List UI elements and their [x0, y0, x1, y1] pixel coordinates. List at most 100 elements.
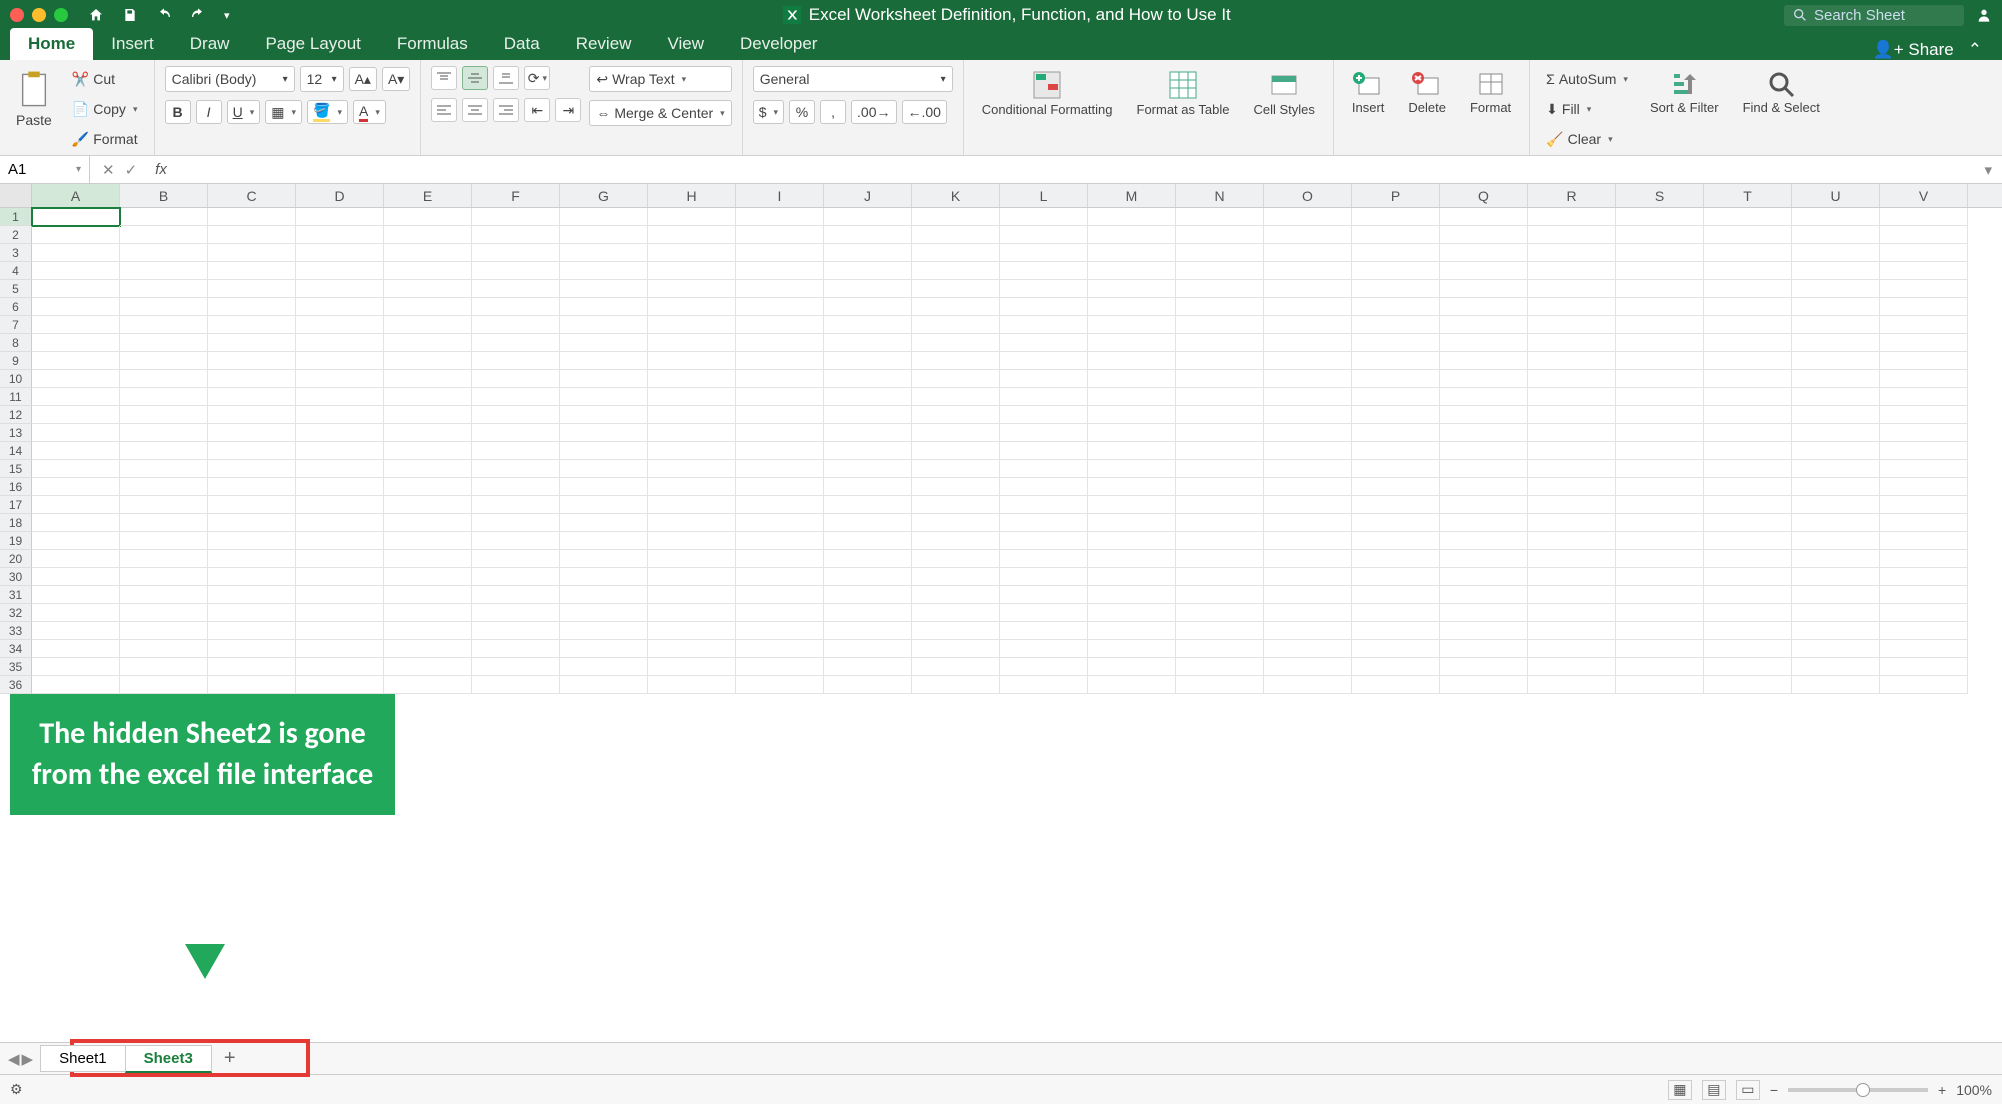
- col-header-p[interactable]: P: [1352, 184, 1440, 207]
- cell[interactable]: [1792, 334, 1880, 352]
- cell[interactable]: [560, 244, 648, 262]
- cell[interactable]: [1264, 280, 1352, 298]
- cell[interactable]: [1528, 334, 1616, 352]
- cell[interactable]: [912, 460, 1000, 478]
- cell[interactable]: [1088, 442, 1176, 460]
- cell[interactable]: [32, 244, 120, 262]
- cell[interactable]: [1000, 316, 1088, 334]
- find-select-button[interactable]: Find & Select: [1735, 66, 1828, 119]
- row-header[interactable]: 15: [0, 460, 32, 478]
- cell[interactable]: [1880, 514, 1968, 532]
- cell[interactable]: [384, 280, 472, 298]
- row-header[interactable]: 1: [0, 208, 32, 226]
- select-all-corner[interactable]: [0, 184, 32, 207]
- cell[interactable]: [1792, 658, 1880, 676]
- merge-center-button[interactable]: ⇔Merge & Center: [589, 100, 731, 126]
- undo-icon[interactable]: [156, 7, 172, 23]
- cell[interactable]: [1000, 568, 1088, 586]
- cell[interactable]: [1880, 424, 1968, 442]
- cell[interactable]: [824, 514, 912, 532]
- cell[interactable]: [1176, 424, 1264, 442]
- cell[interactable]: [296, 424, 384, 442]
- col-header-g[interactable]: G: [560, 184, 648, 207]
- cell[interactable]: [824, 550, 912, 568]
- cell[interactable]: [1792, 316, 1880, 334]
- cell[interactable]: [120, 550, 208, 568]
- cell[interactable]: [1352, 244, 1440, 262]
- cell[interactable]: [1880, 640, 1968, 658]
- cell[interactable]: [1088, 262, 1176, 280]
- cell[interactable]: [120, 424, 208, 442]
- cell[interactable]: [1264, 316, 1352, 334]
- cell[interactable]: [1440, 208, 1528, 226]
- align-right-button[interactable]: [493, 98, 519, 122]
- cell[interactable]: [1704, 676, 1792, 694]
- cell[interactable]: [1000, 226, 1088, 244]
- cell[interactable]: [736, 622, 824, 640]
- cell[interactable]: [472, 352, 560, 370]
- cell[interactable]: [384, 586, 472, 604]
- increase-decimal-button[interactable]: .00→: [851, 100, 896, 124]
- cell[interactable]: [296, 658, 384, 676]
- cell[interactable]: [560, 640, 648, 658]
- cell[interactable]: [296, 586, 384, 604]
- cell[interactable]: [1616, 676, 1704, 694]
- col-header-a[interactable]: A: [32, 184, 120, 207]
- col-header-u[interactable]: U: [1792, 184, 1880, 207]
- cell[interactable]: [472, 208, 560, 226]
- cell[interactable]: [32, 676, 120, 694]
- cell[interactable]: [648, 478, 736, 496]
- cell[interactable]: [296, 352, 384, 370]
- cell[interactable]: [1704, 496, 1792, 514]
- cell[interactable]: [472, 640, 560, 658]
- cell[interactable]: [1880, 262, 1968, 280]
- cell[interactable]: [384, 208, 472, 226]
- cell[interactable]: [648, 352, 736, 370]
- cell[interactable]: [1528, 388, 1616, 406]
- col-header-r[interactable]: R: [1528, 184, 1616, 207]
- cell[interactable]: [32, 622, 120, 640]
- cell[interactable]: [1264, 442, 1352, 460]
- cell[interactable]: [912, 298, 1000, 316]
- cell[interactable]: [1528, 370, 1616, 388]
- col-header-h[interactable]: H: [648, 184, 736, 207]
- cell[interactable]: [120, 406, 208, 424]
- cell[interactable]: [120, 460, 208, 478]
- close-window-button[interactable]: [10, 8, 24, 22]
- page-break-view-button[interactable]: ▭: [1736, 1080, 1760, 1100]
- cell[interactable]: [1704, 280, 1792, 298]
- cell[interactable]: [1264, 208, 1352, 226]
- zoom-out-button[interactable]: −: [1770, 1082, 1778, 1098]
- cell[interactable]: [32, 514, 120, 532]
- cell[interactable]: [912, 622, 1000, 640]
- cell[interactable]: [1880, 478, 1968, 496]
- cell[interactable]: [1528, 244, 1616, 262]
- cell[interactable]: [1528, 550, 1616, 568]
- cell[interactable]: [1088, 424, 1176, 442]
- fill-color-button[interactable]: 🪣: [307, 100, 348, 124]
- row-header[interactable]: 2: [0, 226, 32, 244]
- cell[interactable]: [384, 622, 472, 640]
- format-cells-button[interactable]: Format: [1462, 66, 1519, 119]
- cell[interactable]: [1704, 370, 1792, 388]
- cell[interactable]: [120, 676, 208, 694]
- cell[interactable]: [1088, 478, 1176, 496]
- row-header[interactable]: 16: [0, 478, 32, 496]
- zoom-level[interactable]: 100%: [1956, 1082, 1992, 1098]
- cell[interactable]: [736, 334, 824, 352]
- cell[interactable]: [384, 478, 472, 496]
- cell[interactable]: [296, 514, 384, 532]
- cell[interactable]: [1616, 604, 1704, 622]
- col-header-b[interactable]: B: [120, 184, 208, 207]
- delete-cells-button[interactable]: Delete: [1400, 66, 1454, 119]
- cell[interactable]: [1616, 568, 1704, 586]
- cell[interactable]: [736, 568, 824, 586]
- cell[interactable]: [472, 280, 560, 298]
- align-center-button[interactable]: [462, 98, 488, 122]
- cell[interactable]: [736, 208, 824, 226]
- cell[interactable]: [472, 298, 560, 316]
- tab-insert[interactable]: Insert: [93, 28, 172, 60]
- cell[interactable]: [472, 460, 560, 478]
- cell[interactable]: [1000, 604, 1088, 622]
- cell[interactable]: [1000, 640, 1088, 658]
